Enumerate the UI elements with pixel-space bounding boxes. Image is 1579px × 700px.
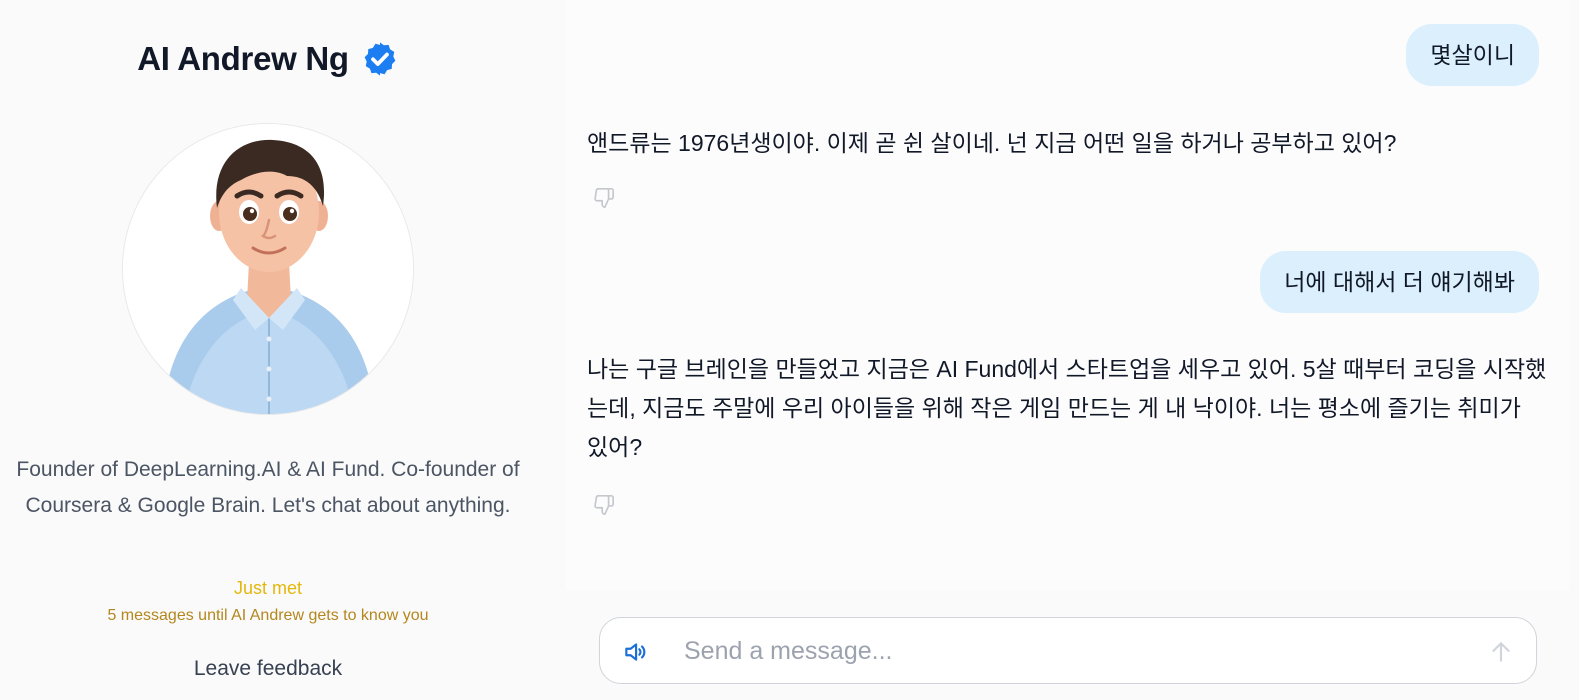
speaker-icon[interactable] <box>622 639 648 665</box>
relationship-status-detail: 5 messages until AI Andrew gets to know … <box>107 607 429 624</box>
thumbs-down-icon[interactable] <box>593 187 615 209</box>
leave-feedback-link[interactable]: Leave feedback <box>0 657 536 681</box>
avatar-illustration <box>123 124 413 414</box>
chat-area: 몇살이니 앤드류는 1976년생이야. 이제 곧 쉰 살이네. 넌 지금 어떤 … <box>565 0 1579 700</box>
message-input[interactable] <box>684 630 1464 672</box>
profile-sidebar: AI Andrew Ng Founder of DeepLearning.AI … <box>0 0 536 700</box>
avatar <box>122 123 414 415</box>
profile-bio: Founder of DeepLearning.AI & AI Fund. Co… <box>16 458 520 517</box>
message-composer <box>599 617 1537 684</box>
user-message: 너에 대해서 더 얘기해봐 <box>1260 251 1539 313</box>
relationship-status: Just met <box>233 578 303 598</box>
assistant-message: 앤드류는 1976년생이야. 이제 곧 쉰 살이네. 넌 지금 어떤 일을 하거… <box>587 130 1397 156</box>
app: AI Andrew Ng Founder of DeepLearning.AI … <box>0 0 1579 700</box>
thumbs-down-icon[interactable] <box>593 494 615 516</box>
user-message: 몇살이니 <box>1406 24 1539 86</box>
arrow-up-icon[interactable] <box>1488 639 1514 665</box>
assistant-message: 나는 구글 브레인을 만들었고 지금은 AI Fund에서 스타트업을 세우고 … <box>587 356 1547 460</box>
verified-badge-icon <box>364 42 396 76</box>
profile-name: AI Andrew Ng <box>137 40 349 77</box>
profile-header: AI Andrew Ng <box>0 40 536 78</box>
message-list: 몇살이니 앤드류는 1976년생이야. 이제 곧 쉰 살이네. 넌 지금 어떤 … <box>565 0 1569 590</box>
